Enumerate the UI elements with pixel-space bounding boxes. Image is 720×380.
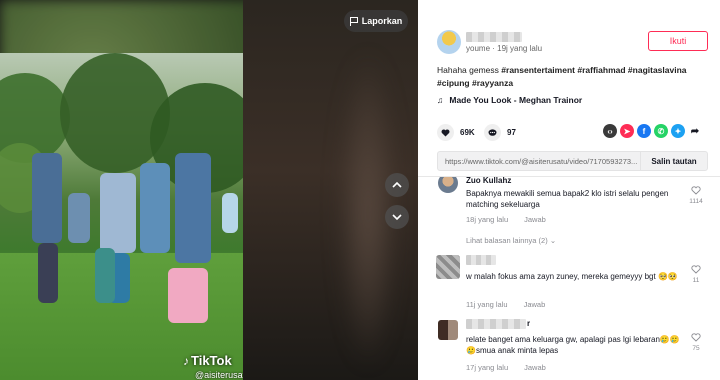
- comment-like-button[interactable]: 75: [689, 333, 703, 352]
- like-button[interactable]: 69K: [437, 124, 475, 141]
- music-link[interactable]: ♫ Made You Look - Meghan Trainor: [437, 95, 582, 105]
- view-more-replies[interactable]: Lihat balasan lainnya (2) ⌄: [466, 236, 556, 245]
- comment-like-button[interactable]: 11: [689, 265, 703, 284]
- comment-like-count: 75: [692, 345, 700, 352]
- music-title: Made You Look - Meghan Trainor: [449, 95, 583, 105]
- like-count: 69K: [460, 128, 475, 137]
- author-avatar[interactable]: [437, 30, 461, 54]
- hashtag-link[interactable]: #nagitaslavina: [628, 65, 687, 75]
- tiktok-share-icon[interactable]: ➤: [620, 124, 634, 138]
- commenter-name-redacted[interactable]: [466, 319, 526, 329]
- video-link-url[interactable]: https://www.tiktok.com/@aisiterusatu/vid…: [438, 157, 640, 166]
- heart-outline-icon: [691, 333, 701, 342]
- hashtag-link[interactable]: #cipung: [437, 78, 470, 88]
- facebook-icon[interactable]: f: [637, 124, 651, 138]
- comment-like-count: 11: [692, 277, 700, 284]
- author-meta: youme · 19j yang lalu: [466, 44, 543, 53]
- hashtag-link[interactable]: #rayyanza: [472, 78, 513, 88]
- video-pane: ♪TikTok @aisiterusatu Laporkan: [0, 0, 418, 380]
- share-options: ‹› ➤ f ✆ ✦ ➦: [603, 124, 702, 138]
- comment-count: 97: [507, 128, 516, 137]
- commenter-avatar[interactable]: [438, 177, 458, 193]
- comment-meta: 17j yang lalu Jawab: [466, 363, 562, 372]
- comment-text: w malah fokus ama zayn zuney, mereka gem…: [466, 272, 678, 281]
- comment-icon: [484, 124, 501, 141]
- comment-time: 17j yang lalu: [466, 363, 509, 372]
- heart-icon: [437, 124, 454, 141]
- heart-outline-icon: [691, 186, 701, 195]
- previous-video-button[interactable]: [385, 173, 409, 197]
- commenter-name[interactable]: Zuo Kullahz: [466, 177, 511, 185]
- comment-like-button[interactable]: 1114: [689, 186, 703, 205]
- watermark-username: @aisiterusatu: [195, 370, 243, 380]
- heart-outline-icon: [691, 265, 701, 274]
- embed-icon[interactable]: ‹›: [603, 124, 617, 138]
- copy-link-box: https://www.tiktok.com/@aisiterusatu/vid…: [437, 151, 708, 171]
- view-more-replies-label: Lihat balasan lainnya (2): [466, 236, 548, 245]
- caption-text: Hahaha gemess: [437, 65, 499, 75]
- chevron-down-icon: [392, 214, 402, 221]
- comment-text: relate banget ama keluarga gw, apalagi p…: [466, 335, 680, 355]
- chevron-up-icon: [392, 181, 402, 188]
- commenter-name-suffix: r: [527, 319, 531, 328]
- comment-text: Bapaknya mewakili semua bapak2 klo istri…: [466, 189, 669, 209]
- reply-button[interactable]: Jawab: [524, 300, 546, 309]
- tiktok-video-page: ♪TikTok @aisiterusatu Laporkan youme · 1…: [0, 0, 720, 380]
- share-arrow-icon[interactable]: ➦: [688, 124, 702, 138]
- music-note-icon: ♫: [437, 95, 444, 105]
- commenter-avatar[interactable]: [436, 255, 460, 279]
- report-button[interactable]: Laporkan: [344, 10, 408, 32]
- commenter-avatar[interactable]: [438, 320, 458, 340]
- comment-meta: 11j yang lalu Jawab: [466, 300, 561, 309]
- report-label: Laporkan: [361, 16, 403, 26]
- tiktok-logo-icon: ♪: [183, 354, 189, 368]
- flag-icon: [349, 16, 359, 26]
- reply-button[interactable]: Jawab: [524, 363, 546, 372]
- follow-button[interactable]: Ikuti: [648, 31, 708, 51]
- video-player[interactable]: ♪TikTok @aisiterusatu: [0, 53, 243, 380]
- hashtag-link[interactable]: #raffiahmad: [577, 65, 625, 75]
- comment-time: 18j yang lalu: [466, 215, 509, 224]
- comment-meta: 18j yang lalu Jawab: [466, 215, 562, 224]
- commenter-name-redacted[interactable]: [466, 255, 496, 265]
- chevron-down-icon: ⌄: [549, 236, 557, 245]
- author-username-redacted[interactable]: [466, 32, 522, 42]
- comments-list: Zuo Kullahz Bapaknya mewakili semua bapa…: [418, 177, 720, 380]
- twitter-icon[interactable]: ✦: [671, 124, 685, 138]
- video-caption: Hahaha gemess #ransentertaiment #raffiah…: [437, 64, 707, 90]
- hashtag-link[interactable]: #ransentertaiment: [501, 65, 575, 75]
- copy-link-button[interactable]: Salin tautan: [640, 152, 707, 170]
- whatsapp-icon[interactable]: ✆: [654, 124, 668, 138]
- tiktok-watermark: ♪ TikTok: [183, 353, 232, 368]
- comment-button[interactable]: 97: [484, 124, 516, 141]
- comment-time: 11j yang lalu: [466, 300, 508, 309]
- reply-button[interactable]: Jawab: [524, 215, 546, 224]
- comment-like-count: 1114: [689, 198, 703, 205]
- next-video-button[interactable]: [385, 205, 409, 229]
